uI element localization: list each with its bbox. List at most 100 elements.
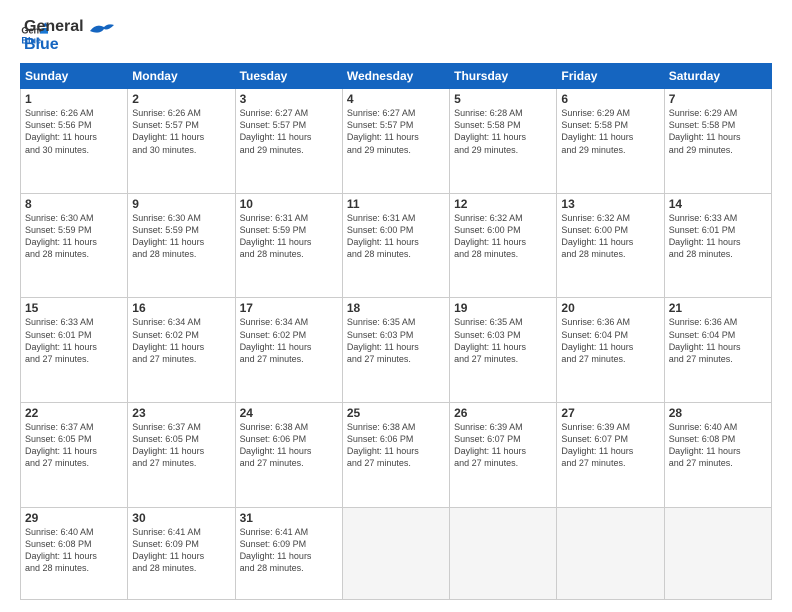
calendar-cell — [664, 507, 771, 599]
day-number: 31 — [240, 511, 338, 525]
day-info: Sunrise: 6:38 AM Sunset: 6:06 PM Dayligh… — [240, 421, 338, 470]
page: General Blue General Blue SundayMondayTu… — [0, 0, 792, 612]
calendar-cell: 5 Sunrise: 6:28 AM Sunset: 5:58 PM Dayli… — [450, 89, 557, 194]
calendar-cell: 3 Sunrise: 6:27 AM Sunset: 5:57 PM Dayli… — [235, 89, 342, 194]
day-number: 10 — [240, 197, 338, 211]
day-number: 29 — [25, 511, 123, 525]
day-number: 20 — [561, 301, 659, 315]
day-info: Sunrise: 6:34 AM Sunset: 6:02 PM Dayligh… — [132, 316, 230, 365]
calendar-cell: 24 Sunrise: 6:38 AM Sunset: 6:06 PM Dayl… — [235, 403, 342, 508]
calendar-cell: 7 Sunrise: 6:29 AM Sunset: 5:58 PM Dayli… — [664, 89, 771, 194]
day-number: 8 — [25, 197, 123, 211]
day-number: 5 — [454, 92, 552, 106]
day-number: 22 — [25, 406, 123, 420]
day-info: Sunrise: 6:35 AM Sunset: 6:03 PM Dayligh… — [347, 316, 445, 365]
day-number: 25 — [347, 406, 445, 420]
day-number: 18 — [347, 301, 445, 315]
day-number: 2 — [132, 92, 230, 106]
week-row-1: 1 Sunrise: 6:26 AM Sunset: 5:56 PM Dayli… — [21, 89, 772, 194]
day-number: 14 — [669, 197, 767, 211]
day-info: Sunrise: 6:37 AM Sunset: 6:05 PM Dayligh… — [132, 421, 230, 470]
calendar-cell: 22 Sunrise: 6:37 AM Sunset: 6:05 PM Dayl… — [21, 403, 128, 508]
day-info: Sunrise: 6:35 AM Sunset: 6:03 PM Dayligh… — [454, 316, 552, 365]
day-number: 23 — [132, 406, 230, 420]
logo-blue: Blue — [24, 36, 84, 54]
calendar-cell: 18 Sunrise: 6:35 AM Sunset: 6:03 PM Dayl… — [342, 298, 449, 403]
header: General Blue General Blue — [20, 16, 772, 53]
day-number: 24 — [240, 406, 338, 420]
calendar-header-row: SundayMondayTuesdayWednesdayThursdayFrid… — [21, 64, 772, 89]
day-info: Sunrise: 6:29 AM Sunset: 5:58 PM Dayligh… — [669, 107, 767, 156]
calendar-cell — [450, 507, 557, 599]
calendar-cell: 10 Sunrise: 6:31 AM Sunset: 5:59 PM Dayl… — [235, 193, 342, 298]
calendar-cell: 14 Sunrise: 6:33 AM Sunset: 6:01 PM Dayl… — [664, 193, 771, 298]
calendar-cell: 12 Sunrise: 6:32 AM Sunset: 6:00 PM Dayl… — [450, 193, 557, 298]
day-info: Sunrise: 6:31 AM Sunset: 5:59 PM Dayligh… — [240, 212, 338, 261]
day-number: 13 — [561, 197, 659, 211]
day-number: 6 — [561, 92, 659, 106]
calendar-table: SundayMondayTuesdayWednesdayThursdayFrid… — [20, 63, 772, 600]
day-number: 28 — [669, 406, 767, 420]
calendar-cell: 1 Sunrise: 6:26 AM Sunset: 5:56 PM Dayli… — [21, 89, 128, 194]
calendar-cell — [342, 507, 449, 599]
calendar-cell: 8 Sunrise: 6:30 AM Sunset: 5:59 PM Dayli… — [21, 193, 128, 298]
week-row-4: 22 Sunrise: 6:37 AM Sunset: 6:05 PM Dayl… — [21, 403, 772, 508]
day-info: Sunrise: 6:33 AM Sunset: 6:01 PM Dayligh… — [669, 212, 767, 261]
day-info: Sunrise: 6:40 AM Sunset: 6:08 PM Dayligh… — [25, 526, 123, 575]
day-number: 17 — [240, 301, 338, 315]
day-info: Sunrise: 6:32 AM Sunset: 6:00 PM Dayligh… — [561, 212, 659, 261]
calendar-cell: 28 Sunrise: 6:40 AM Sunset: 6:08 PM Dayl… — [664, 403, 771, 508]
day-info: Sunrise: 6:27 AM Sunset: 5:57 PM Dayligh… — [347, 107, 445, 156]
logo-general: General — [24, 18, 84, 36]
calendar-cell: 6 Sunrise: 6:29 AM Sunset: 5:58 PM Dayli… — [557, 89, 664, 194]
calendar-cell: 27 Sunrise: 6:39 AM Sunset: 6:07 PM Dayl… — [557, 403, 664, 508]
calendar-cell: 16 Sunrise: 6:34 AM Sunset: 6:02 PM Dayl… — [128, 298, 235, 403]
calendar-cell: 11 Sunrise: 6:31 AM Sunset: 6:00 PM Dayl… — [342, 193, 449, 298]
calendar-cell: 17 Sunrise: 6:34 AM Sunset: 6:02 PM Dayl… — [235, 298, 342, 403]
day-number: 30 — [132, 511, 230, 525]
day-number: 16 — [132, 301, 230, 315]
day-info: Sunrise: 6:29 AM Sunset: 5:58 PM Dayligh… — [561, 107, 659, 156]
day-info: Sunrise: 6:41 AM Sunset: 6:09 PM Dayligh… — [240, 526, 338, 575]
calendar-cell: 25 Sunrise: 6:38 AM Sunset: 6:06 PM Dayl… — [342, 403, 449, 508]
calendar-cell: 30 Sunrise: 6:41 AM Sunset: 6:09 PM Dayl… — [128, 507, 235, 599]
day-number: 21 — [669, 301, 767, 315]
day-info: Sunrise: 6:40 AM Sunset: 6:08 PM Dayligh… — [669, 421, 767, 470]
day-info: Sunrise: 6:38 AM Sunset: 6:06 PM Dayligh… — [347, 421, 445, 470]
week-row-2: 8 Sunrise: 6:30 AM Sunset: 5:59 PM Dayli… — [21, 193, 772, 298]
weekday-header-tuesday: Tuesday — [235, 64, 342, 89]
day-info: Sunrise: 6:27 AM Sunset: 5:57 PM Dayligh… — [240, 107, 338, 156]
day-number: 3 — [240, 92, 338, 106]
logo: General Blue General Blue — [20, 16, 114, 53]
day-info: Sunrise: 6:28 AM Sunset: 5:58 PM Dayligh… — [454, 107, 552, 156]
calendar-cell — [557, 507, 664, 599]
day-number: 1 — [25, 92, 123, 106]
day-info: Sunrise: 6:39 AM Sunset: 6:07 PM Dayligh… — [454, 421, 552, 470]
calendar-cell: 23 Sunrise: 6:37 AM Sunset: 6:05 PM Dayl… — [128, 403, 235, 508]
day-info: Sunrise: 6:36 AM Sunset: 6:04 PM Dayligh… — [669, 316, 767, 365]
calendar-cell: 20 Sunrise: 6:36 AM Sunset: 6:04 PM Dayl… — [557, 298, 664, 403]
day-number: 11 — [347, 197, 445, 211]
day-info: Sunrise: 6:31 AM Sunset: 6:00 PM Dayligh… — [347, 212, 445, 261]
day-info: Sunrise: 6:41 AM Sunset: 6:09 PM Dayligh… — [132, 526, 230, 575]
day-number: 19 — [454, 301, 552, 315]
weekday-header-wednesday: Wednesday — [342, 64, 449, 89]
calendar-cell: 26 Sunrise: 6:39 AM Sunset: 6:07 PM Dayl… — [450, 403, 557, 508]
calendar-cell: 2 Sunrise: 6:26 AM Sunset: 5:57 PM Dayli… — [128, 89, 235, 194]
calendar-cell: 21 Sunrise: 6:36 AM Sunset: 6:04 PM Dayl… — [664, 298, 771, 403]
week-row-3: 15 Sunrise: 6:33 AM Sunset: 6:01 PM Dayl… — [21, 298, 772, 403]
calendar-cell: 31 Sunrise: 6:41 AM Sunset: 6:09 PM Dayl… — [235, 507, 342, 599]
day-info: Sunrise: 6:26 AM Sunset: 5:57 PM Dayligh… — [132, 107, 230, 156]
day-info: Sunrise: 6:33 AM Sunset: 6:01 PM Dayligh… — [25, 316, 123, 365]
calendar-cell: 13 Sunrise: 6:32 AM Sunset: 6:00 PM Dayl… — [557, 193, 664, 298]
day-number: 7 — [669, 92, 767, 106]
day-number: 12 — [454, 197, 552, 211]
calendar-cell: 19 Sunrise: 6:35 AM Sunset: 6:03 PM Dayl… — [450, 298, 557, 403]
week-row-5: 29 Sunrise: 6:40 AM Sunset: 6:08 PM Dayl… — [21, 507, 772, 599]
weekday-header-thursday: Thursday — [450, 64, 557, 89]
calendar-cell: 9 Sunrise: 6:30 AM Sunset: 5:59 PM Dayli… — [128, 193, 235, 298]
weekday-header-saturday: Saturday — [664, 64, 771, 89]
weekday-header-sunday: Sunday — [21, 64, 128, 89]
day-info: Sunrise: 6:30 AM Sunset: 5:59 PM Dayligh… — [25, 212, 123, 261]
day-info: Sunrise: 6:30 AM Sunset: 5:59 PM Dayligh… — [132, 212, 230, 261]
